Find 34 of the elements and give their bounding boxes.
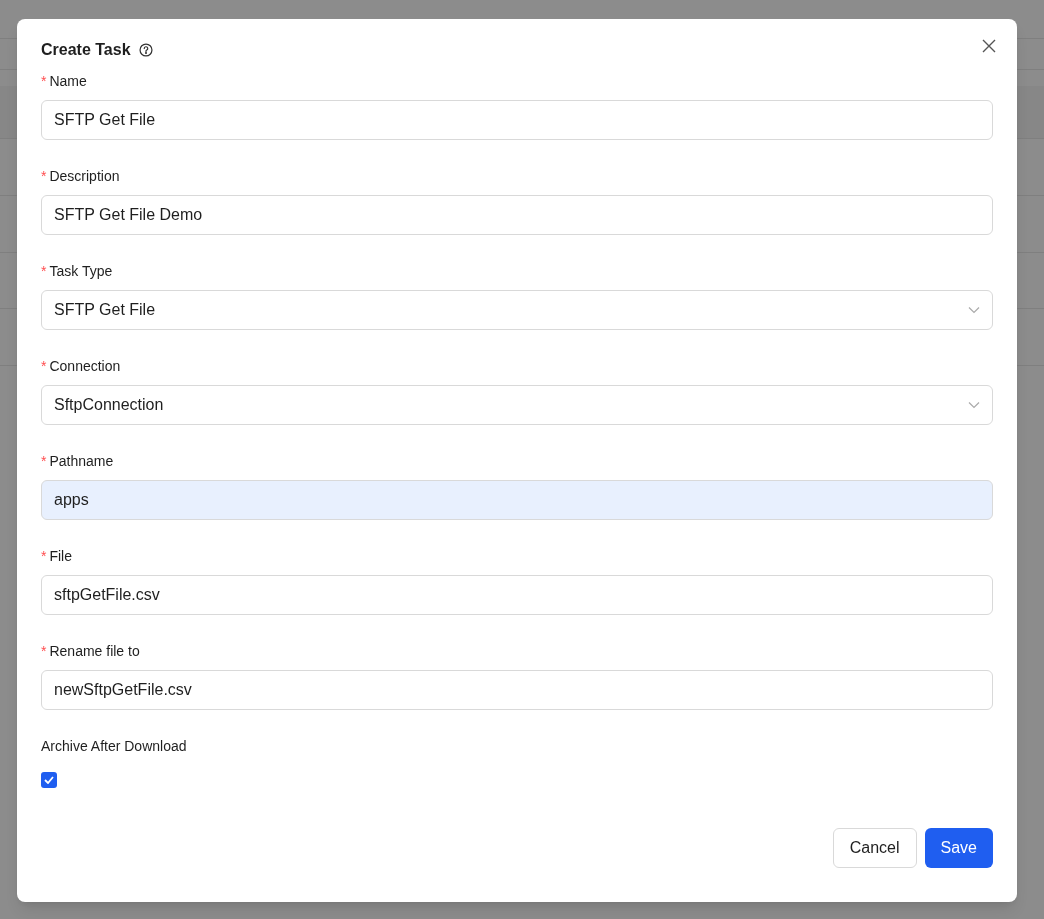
select-value: SFTP Get File xyxy=(54,300,156,320)
field-label: Task Type xyxy=(49,261,113,281)
help-icon[interactable] xyxy=(138,43,153,57)
input-field[interactable]: sftpGetFile.csv xyxy=(41,575,993,615)
chevron-down-icon xyxy=(968,306,980,314)
select-field[interactable]: SFTP Get File xyxy=(41,290,993,330)
save-button[interactable]: Save xyxy=(924,828,993,868)
required-mark: * xyxy=(41,356,47,376)
input-field[interactable]: SFTP Get File Demo xyxy=(41,195,993,235)
required-mark: * xyxy=(41,71,47,91)
required-mark: * xyxy=(41,261,47,281)
field-label: File xyxy=(49,546,72,566)
required-mark: * xyxy=(41,546,47,566)
field-label: Connection xyxy=(49,356,121,376)
input-field[interactable]: apps xyxy=(41,480,993,520)
close-icon xyxy=(982,39,996,53)
field-label: Archive After Download xyxy=(41,736,187,756)
field-label: Description xyxy=(49,166,120,186)
check-icon xyxy=(44,776,54,784)
required-mark: * xyxy=(41,451,47,471)
field-label: Name xyxy=(49,71,87,91)
field-label: Pathname xyxy=(49,451,114,471)
cancel-button[interactable]: Cancel xyxy=(832,828,917,868)
required-mark: * xyxy=(41,166,47,186)
select-value: SftpConnection xyxy=(54,395,164,415)
field-label: Rename file to xyxy=(49,641,140,661)
checkbox[interactable] xyxy=(41,772,57,788)
input-field[interactable]: newSftpGetFile.csv xyxy=(41,670,993,710)
chevron-down-icon xyxy=(968,401,980,409)
dialog-title: Create Task xyxy=(41,40,131,60)
close-button[interactable] xyxy=(981,38,997,54)
required-mark: * xyxy=(41,641,47,661)
input-field[interactable]: SFTP Get File xyxy=(41,100,993,140)
select-field[interactable]: SftpConnection xyxy=(41,385,993,425)
